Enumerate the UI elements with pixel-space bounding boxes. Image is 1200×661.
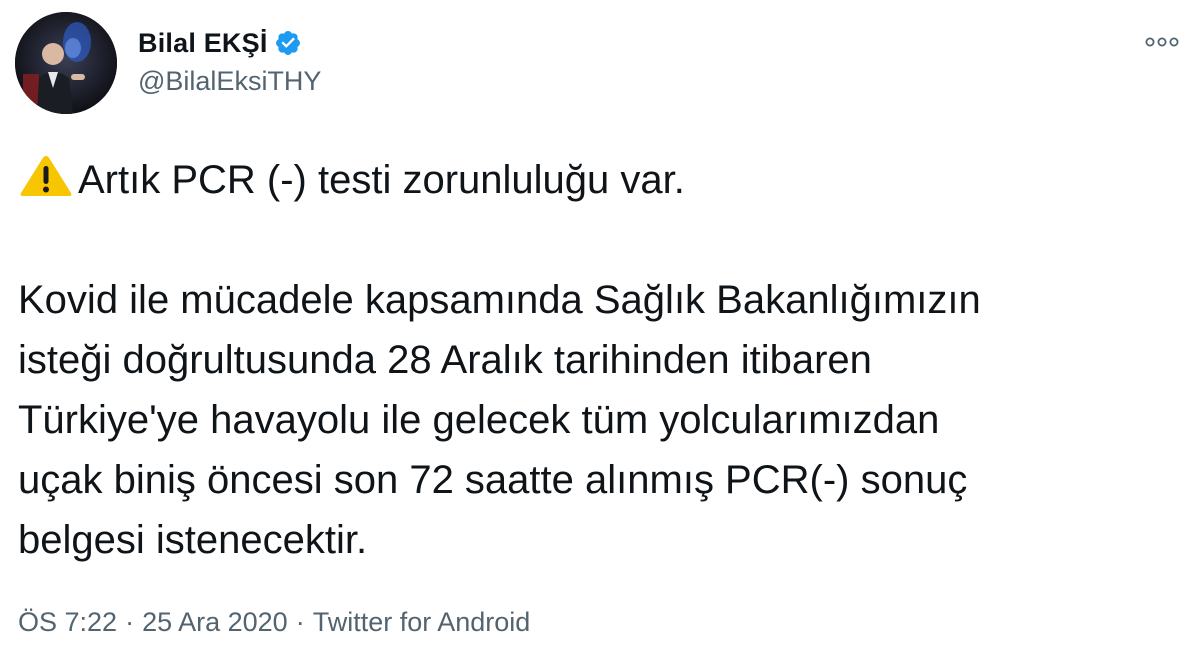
tweet-text: Artık PCR (-) testi zorunluluğu var. Kov… bbox=[18, 150, 1188, 570]
tweet-headline: Artık PCR (-) testi zorunluluğu var. bbox=[18, 150, 1188, 210]
tweet-date[interactable]: 25 Ara 2020 bbox=[142, 607, 288, 638]
tweet-paragraph-line: uçak biniş öncesi son 72 saatte alınmış … bbox=[18, 458, 968, 502]
tweet-source[interactable]: Twitter for Android bbox=[313, 607, 531, 638]
more-options-button[interactable] bbox=[1142, 30, 1182, 54]
author-display-name[interactable]: Bilal EKŞİ bbox=[138, 28, 268, 59]
tweet-paragraph-line: isteği doğrultusunda 28 Aralık tarihinde… bbox=[18, 338, 872, 382]
more-options-icon bbox=[1145, 37, 1179, 47]
author-handle[interactable]: @BilalEksiTHY bbox=[138, 66, 321, 97]
tweet-meta: ÖS 7:22 · 25 Ara 2020 · Twitter for Android bbox=[18, 607, 530, 638]
meta-separator: · bbox=[295, 607, 305, 637]
warning-sign-icon bbox=[18, 153, 74, 199]
tweet-headline-text: Artık PCR (-) testi zorunluluğu var. bbox=[78, 158, 685, 202]
tweet-paragraph-line: belgesi istenecektir. bbox=[18, 518, 368, 562]
author-block[interactable]: Bilal EKŞİ @BilalEksiTHY bbox=[138, 22, 321, 97]
tweet-paragraph-line: Türkiye'ye havayolu ile gelecek tüm yolc… bbox=[18, 398, 940, 442]
verified-badge-icon bbox=[274, 29, 302, 57]
profile-photo bbox=[15, 12, 117, 114]
meta-separator: · bbox=[125, 607, 135, 637]
tweet-time[interactable]: ÖS 7:22 bbox=[18, 607, 117, 638]
tweet-paragraph-line: Kovid ile mücadele kapsamında Sağlık Bak… bbox=[18, 278, 981, 322]
name-row: Bilal EKŞİ bbox=[138, 22, 321, 64]
avatar[interactable] bbox=[15, 12, 117, 114]
tweet-card: Bilal EKŞİ @BilalEksiTHY Artık PCR (-) t… bbox=[0, 0, 1200, 661]
